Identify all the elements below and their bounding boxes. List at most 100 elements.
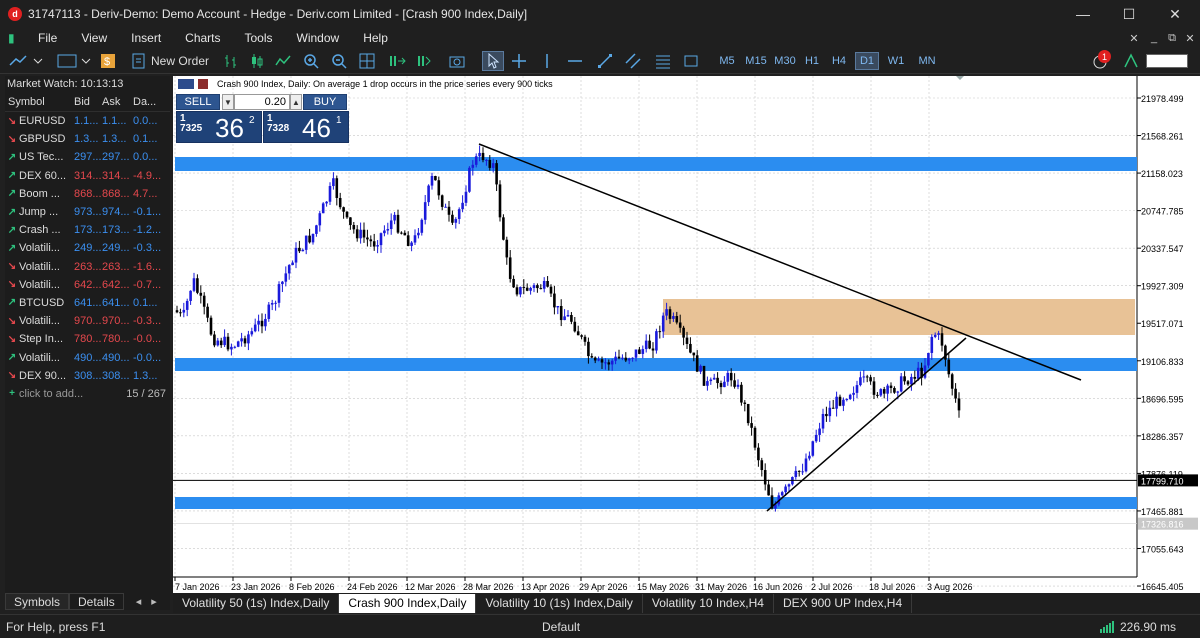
close-button[interactable]: ✕ [1152, 0, 1198, 28]
tab-scroll-left-icon[interactable]: ◂ [136, 595, 142, 608]
col-symbol[interactable]: Symbol [5, 96, 74, 108]
timeframe-w1[interactable]: W1 [884, 52, 908, 70]
sell-price[interactable]: 1 7325 36 2 [176, 111, 262, 143]
trendline-icon[interactable] [594, 51, 616, 71]
market-watch-row[interactable]: ↘ GBPUSD 1.3... 1.3... 0.1... [5, 130, 170, 148]
market-watch-row[interactable]: ↘ Volatili... 642... 642... -0.7... [5, 276, 170, 294]
market-watch-row[interactable]: ↘ EURUSD 1.1... 1.1... 0.0... [5, 112, 170, 130]
candle-body [852, 392, 855, 395]
candle-body [311, 233, 315, 243]
vertical-line-icon[interactable] [536, 51, 558, 71]
timeframe-m5[interactable]: M5 [714, 52, 740, 70]
volume-input[interactable]: 0.20 [234, 94, 290, 110]
menu-help[interactable]: Help [351, 31, 400, 45]
candle-body [621, 357, 624, 359]
col-ask[interactable]: Ask [102, 96, 130, 108]
bar-chart-icon[interactable] [220, 51, 242, 71]
bid-cell: 868... [74, 187, 102, 200]
menu-view[interactable]: View [69, 31, 119, 45]
algo-trading-icon[interactable] [1122, 52, 1140, 70]
mdi-restore-icon[interactable]: ⧉ [1162, 28, 1182, 48]
candle-body [797, 470, 801, 472]
market-watch-icon[interactable]: $ [97, 51, 119, 71]
crosshair-icon[interactable] [508, 51, 530, 71]
zoom-out-icon[interactable] [328, 51, 350, 71]
market-watch-row[interactable]: ↗ US Tec... 297... 297... 0.0... [5, 148, 170, 166]
symbol-cell: ↘ DEX 90... [5, 370, 74, 382]
autoscroll-icon[interactable] [386, 51, 408, 71]
market-watch-row[interactable]: ↗ Volatili... 490... 490... -0.0... [5, 348, 170, 366]
market-watch-panel: Market Watch: 10:13:13 Symbol Bid Ask Da… [5, 76, 170, 610]
market-watch-row[interactable]: ↗ Volatili... 249... 249... -0.3... [5, 239, 170, 257]
daily-cell: -0.0... [133, 333, 162, 346]
menu-tools[interactable]: Tools [233, 31, 285, 45]
chart-menu-icon[interactable]: ▮ [8, 31, 22, 45]
chart-shift-icon[interactable] [414, 51, 436, 71]
menu-charts[interactable]: Charts [173, 31, 232, 45]
market-watch-row[interactable]: ↘ Step In... 780... 780... -0.0... [5, 330, 170, 348]
arrow-down-icon: ↘ [7, 279, 17, 291]
tab-symbols[interactable]: Symbols [5, 593, 70, 610]
chart-tab[interactable]: Volatility 50 (1s) Index,Daily [173, 593, 340, 613]
menu-window[interactable]: Window [285, 31, 352, 45]
zoom-in-icon[interactable] [300, 51, 322, 71]
add-symbol-row[interactable]: + click to add... 15 / 267 [5, 385, 170, 403]
cursor-tool-icon[interactable] [482, 51, 504, 71]
profiles-icon[interactable] [54, 51, 94, 71]
price-chart[interactable]: 21978.499 21568.261 21158.023 20747.785 2033… [173, 76, 1200, 593]
mdi-minimize-icon[interactable]: _ [1144, 28, 1164, 48]
chart-tab[interactable]: Volatility 10 (1s) Index,Daily [476, 593, 643, 613]
volume-down-icon[interactable]: ▼ [222, 94, 234, 110]
minimize-button[interactable]: — [1060, 0, 1106, 28]
arrow-up-icon: ↗ [7, 242, 17, 254]
new-order-button[interactable]: New Order [131, 52, 209, 70]
fibonacci-icon[interactable] [652, 51, 674, 71]
candle-body [597, 359, 600, 361]
buy-button[interactable]: BUY [303, 94, 347, 110]
notifications-icon[interactable]: 1 [1092, 50, 1111, 70]
market-watch-row[interactable]: ↘ Volatili... 970... 970... -0.3... [5, 312, 170, 330]
screenshot-icon[interactable] [446, 51, 468, 71]
volume-up-icon[interactable]: ▲ [290, 94, 302, 110]
shapes-icon[interactable] [680, 51, 702, 71]
sell-button[interactable]: SELL [176, 94, 220, 110]
market-watch-row[interactable]: ↗ BTCUSD 641... 641... 0.1... [5, 294, 170, 312]
market-watch-row[interactable]: ↗ Jump ... 973... 974... -0.1... [5, 203, 170, 221]
timeframe-mn[interactable]: MN [914, 52, 940, 70]
chart-tab[interactable]: Crash 900 Index,Daily [339, 593, 477, 613]
tab-scroll-right-icon[interactable]: ▸ [151, 595, 157, 608]
candlestick-icon[interactable] [246, 51, 268, 71]
timeframe-m30[interactable]: M30 [771, 52, 799, 70]
tile-windows-icon[interactable] [356, 51, 378, 71]
buy-price[interactable]: 1 7328 46 1 [263, 111, 349, 143]
col-bid[interactable]: Bid [74, 96, 102, 108]
mdi-toggle-icon[interactable]: ✕ [1124, 28, 1144, 48]
horizontal-line-icon[interactable] [564, 51, 586, 71]
line-chart-icon[interactable] [272, 51, 294, 71]
chart-tab[interactable]: DEX 900 UP Index,H4 [774, 593, 913, 613]
search-box[interactable] [1146, 54, 1188, 68]
candle-body [434, 176, 437, 181]
chart-tab[interactable]: Volatility 10 Index,H4 [643, 593, 774, 613]
symbol-name: Crash ... [19, 224, 61, 237]
timeframe-h4[interactable]: H4 [827, 52, 851, 70]
market-watch-row[interactable]: ↗ Boom ... 868... 868... 4.7... [5, 185, 170, 203]
candle-body [624, 357, 628, 361]
tab-details[interactable]: Details [69, 593, 124, 610]
market-watch-row[interactable]: ↗ DEX 60... 314... 314... -4.9... [5, 167, 170, 185]
menu-insert[interactable]: Insert [119, 31, 173, 45]
mdi-close-icon[interactable]: ✕ [1180, 28, 1200, 48]
timeframe-m15[interactable]: M15 [742, 52, 770, 70]
market-watch-row[interactable]: ↗ Crash ... 173... 173... -1.2... [5, 221, 170, 239]
timeframe-d1[interactable]: D1 [855, 52, 879, 70]
channel-icon[interactable] [622, 51, 644, 71]
new-chart-icon[interactable] [6, 51, 46, 71]
col-daily[interactable]: Da... [130, 96, 168, 108]
maximize-button[interactable]: ☐ [1106, 0, 1152, 28]
menu-file[interactable]: File [26, 31, 69, 45]
timeframe-h1[interactable]: H1 [800, 52, 824, 70]
chart-window[interactable]: 21978.499 21568.261 21158.023 20747.785 2033… [173, 76, 1200, 593]
candle-body [746, 403, 750, 424]
market-watch-row[interactable]: ↘ Volatili... 263... 263... -1.6... [5, 258, 170, 276]
market-watch-row[interactable]: ↘ DEX 90... 308... 308... 1.3... [5, 367, 170, 385]
